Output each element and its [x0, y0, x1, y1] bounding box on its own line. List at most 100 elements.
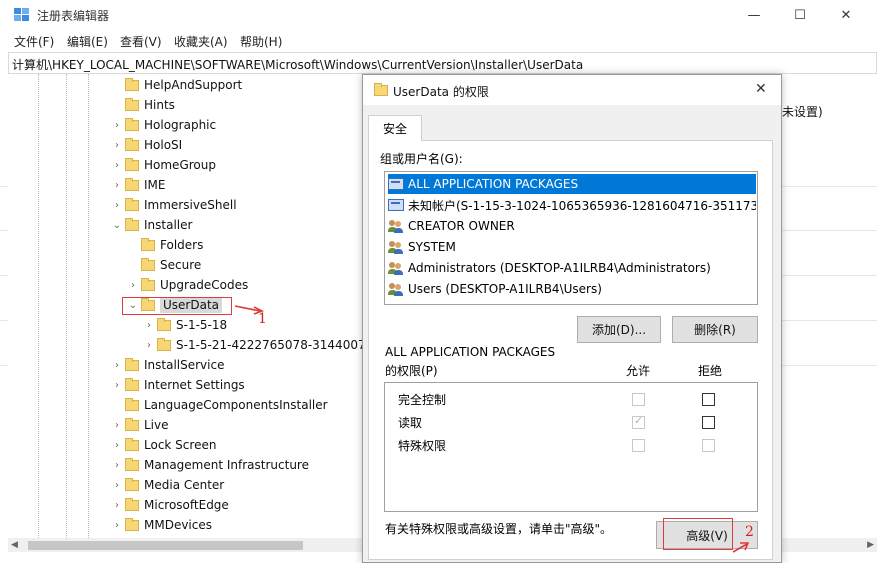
tree-node[interactable]: › HoloSI: [111, 135, 182, 155]
user-item-creator-owner[interactable]: CREATOR OWNER: [388, 216, 756, 236]
user-item-all-application-packages[interactable]: ALL APPLICATION PACKAGES: [388, 174, 756, 194]
folder-icon: [125, 497, 139, 511]
chevron-right-icon[interactable]: ›: [111, 115, 123, 135]
maximize-button[interactable]: ☐: [777, 0, 823, 30]
user-list[interactable]: ALL APPLICATION PACKAGES 未知帐户(S-1-15-3-1…: [384, 171, 758, 305]
tree-node-label: Live: [144, 418, 169, 432]
group-or-user-label: 组或用户名(G):: [380, 152, 463, 166]
chevron-right-icon[interactable]: ›: [111, 155, 123, 175]
tree-node[interactable]: › MMDevices: [111, 515, 212, 535]
scroll-left-icon[interactable]: ◀: [11, 538, 18, 552]
chevron-right-icon[interactable]: ›: [111, 135, 123, 155]
allow-full-control-checkbox[interactable]: [632, 393, 645, 406]
close-button[interactable]: ✕: [823, 0, 869, 30]
tree-node[interactable]: › Live: [111, 415, 169, 435]
add-user-button[interactable]: 添加(D)...: [577, 316, 661, 343]
tree-node[interactable]: › MicrosoftEdge: [111, 495, 229, 515]
menu-view[interactable]: 查看(V): [120, 33, 162, 50]
chevron-right-icon[interactable]: ›: [111, 435, 123, 455]
folder-icon: [157, 317, 171, 331]
chevron-right-icon[interactable]: ›: [111, 495, 123, 515]
dialog-close-button[interactable]: ✕: [755, 81, 767, 97]
user-item-label: Administrators (DESKTOP-A1ILRB4\Administ…: [408, 261, 711, 275]
user-item-unknown-account[interactable]: 未知帐户(S-1-15-3-1024-1065365936-1281604716…: [388, 195, 756, 215]
tree-node[interactable]: HelpAndSupport: [111, 75, 242, 95]
chevron-right-icon[interactable]: ›: [111, 175, 123, 195]
dialog-title: UserData 的权限: [393, 85, 489, 99]
user-item-system[interactable]: SYSTEM: [388, 237, 756, 257]
registry-editor-window: 注册表编辑器 — ☐ ✕ 文件(F) 编辑(E) 查看(V) 收藏夹(A) 帮助…: [0, 0, 877, 563]
tab-security[interactable]: 安全: [368, 115, 422, 141]
permission-row-full-control: 完全控制: [385, 388, 757, 410]
chevron-right-icon[interactable]: ›: [111, 455, 123, 475]
address-bar[interactable]: 计算机\HKEY_LOCAL_MACHINE\SOFTWARE\Microsof…: [8, 52, 877, 74]
tree-node-label: HomeGroup: [144, 158, 216, 172]
tree-node[interactable]: › S-1-5-18: [143, 315, 227, 335]
tree-node[interactable]: › UpgradeCodes: [127, 275, 248, 295]
chevron-right-icon[interactable]: ›: [143, 315, 155, 335]
tree-node-label: MMDevices: [144, 518, 212, 532]
folder-icon: [125, 97, 139, 111]
tree-node-label: Lock Screen: [144, 438, 217, 452]
chevron-right-icon[interactable]: ›: [111, 355, 123, 375]
tree-node[interactable]: LanguageComponentsInstaller: [111, 395, 328, 415]
allow-read-checkbox[interactable]: ✓: [632, 414, 645, 429]
folder-icon: [374, 83, 388, 96]
users-group-icon: [388, 240, 404, 254]
tree-node[interactable]: › InstallService: [111, 355, 224, 375]
chevron-right-icon[interactable]: ›: [111, 415, 123, 435]
deny-full-control-checkbox[interactable]: [702, 393, 715, 406]
folder-icon: [125, 417, 139, 431]
tree-guide: [38, 74, 39, 538]
scrollbar-thumb[interactable]: [28, 541, 303, 550]
tree-node[interactable]: › IME: [111, 175, 165, 195]
user-item-label: Users (DESKTOP-A1ILRB4\Users): [408, 282, 602, 296]
user-item-users[interactable]: Users (DESKTOP-A1ILRB4\Users): [388, 279, 756, 299]
tree-node[interactable]: › Holographic: [111, 115, 216, 135]
folder-icon: [125, 217, 139, 231]
user-item-label: 未知帐户(S-1-15-3-1024-1065365936-1281604716…: [408, 198, 756, 213]
deny-read-checkbox[interactable]: [702, 416, 715, 429]
deny-special-checkbox[interactable]: [702, 439, 715, 452]
tree-node-label: S-1-5-21-4222765078-31440072: [176, 338, 363, 352]
user-item-administrators[interactable]: Administrators (DESKTOP-A1ILRB4\Administ…: [388, 258, 756, 278]
folder-icon: [125, 397, 139, 411]
tree-node[interactable]: › S-1-5-21-4222765078-31440072: [143, 335, 363, 355]
menu-file[interactable]: 文件(F): [14, 33, 54, 50]
chevron-right-icon[interactable]: ›: [111, 375, 123, 395]
tree-node[interactable]: Hints: [111, 95, 175, 115]
allow-special-checkbox[interactable]: [632, 439, 645, 452]
minimize-button[interactable]: —: [731, 0, 777, 30]
tree-node[interactable]: Secure: [127, 255, 201, 275]
tree-node[interactable]: › HomeGroup: [111, 155, 216, 175]
menu-help[interactable]: 帮助(H): [240, 33, 282, 50]
folder-icon: [141, 237, 155, 251]
menu-favorites[interactable]: 收藏夹(A): [174, 33, 228, 50]
chevron-down-icon[interactable]: ⌄: [111, 215, 123, 235]
annotation-number-1: 1: [258, 311, 267, 327]
tree-node[interactable]: › Lock Screen: [111, 435, 216, 455]
permission-name: 特殊权限: [398, 439, 447, 453]
chevron-right-icon[interactable]: ›: [127, 275, 139, 295]
tree-node[interactable]: › ImmersiveShell: [111, 195, 237, 215]
tree-node[interactable]: › Management Infrastructure: [111, 455, 309, 475]
tree-node[interactable]: Folders: [127, 235, 203, 255]
chevron-right-icon[interactable]: ›: [111, 515, 123, 535]
tree-node-label: Holographic: [144, 118, 217, 132]
remove-user-button[interactable]: 删除(R): [672, 316, 758, 343]
chevron-right-icon[interactable]: ›: [143, 335, 155, 355]
folder-icon: [125, 117, 139, 131]
tree-node-label: Secure: [160, 258, 202, 272]
deny-column-header: 拒绝: [698, 364, 723, 378]
tree-node[interactable]: › Internet Settings: [111, 375, 245, 395]
scroll-right-icon[interactable]: ▶: [867, 538, 874, 552]
allow-column-header: 允许: [626, 364, 651, 378]
tree-node-label: HelpAndSupport: [144, 78, 243, 92]
chevron-right-icon[interactable]: ›: [111, 195, 123, 215]
chevron-right-icon[interactable]: ›: [111, 475, 123, 495]
tree-node-installer[interactable]: ⌄ Installer: [111, 215, 192, 235]
menu-edit[interactable]: 编辑(E): [67, 33, 108, 50]
tree-node[interactable]: › Media Center: [111, 475, 224, 495]
